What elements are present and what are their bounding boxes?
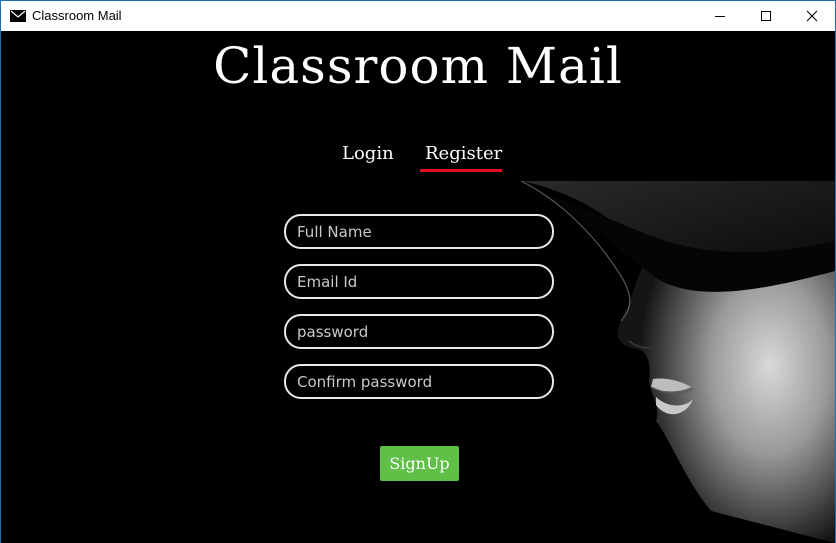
close-button[interactable] xyxy=(789,1,835,31)
password-field[interactable]: password xyxy=(284,314,554,349)
maximize-icon xyxy=(761,11,771,21)
minimize-icon xyxy=(715,16,725,17)
maximize-button[interactable] xyxy=(743,1,789,31)
active-tab-indicator xyxy=(420,169,502,172)
app-title: Classroom Mail xyxy=(213,37,623,95)
password-placeholder: password xyxy=(297,322,369,341)
close-icon xyxy=(806,10,818,22)
title-bar[interactable]: Classroom Mail xyxy=(1,1,835,31)
confirm-password-field[interactable]: Confirm password xyxy=(284,364,554,399)
tab-login[interactable]: Login xyxy=(342,143,394,164)
email-placeholder: Email Id xyxy=(297,272,358,291)
window-title: Classroom Mail xyxy=(32,8,122,23)
tab-register[interactable]: Register xyxy=(425,143,502,164)
signup-button[interactable]: SignUp xyxy=(380,446,459,481)
full-name-placeholder: Full Name xyxy=(297,222,372,241)
confirm-password-placeholder: Confirm password xyxy=(297,372,433,391)
app-window: Classroom Mail Classroom Mail Login Regi… xyxy=(0,0,836,543)
email-field[interactable]: Email Id xyxy=(284,264,554,299)
envelope-icon xyxy=(10,10,26,22)
register-screen: Classroom Mail Login Register Full Name … xyxy=(1,31,835,543)
minimize-button[interactable] xyxy=(697,1,743,31)
full-name-field[interactable]: Full Name xyxy=(284,214,554,249)
